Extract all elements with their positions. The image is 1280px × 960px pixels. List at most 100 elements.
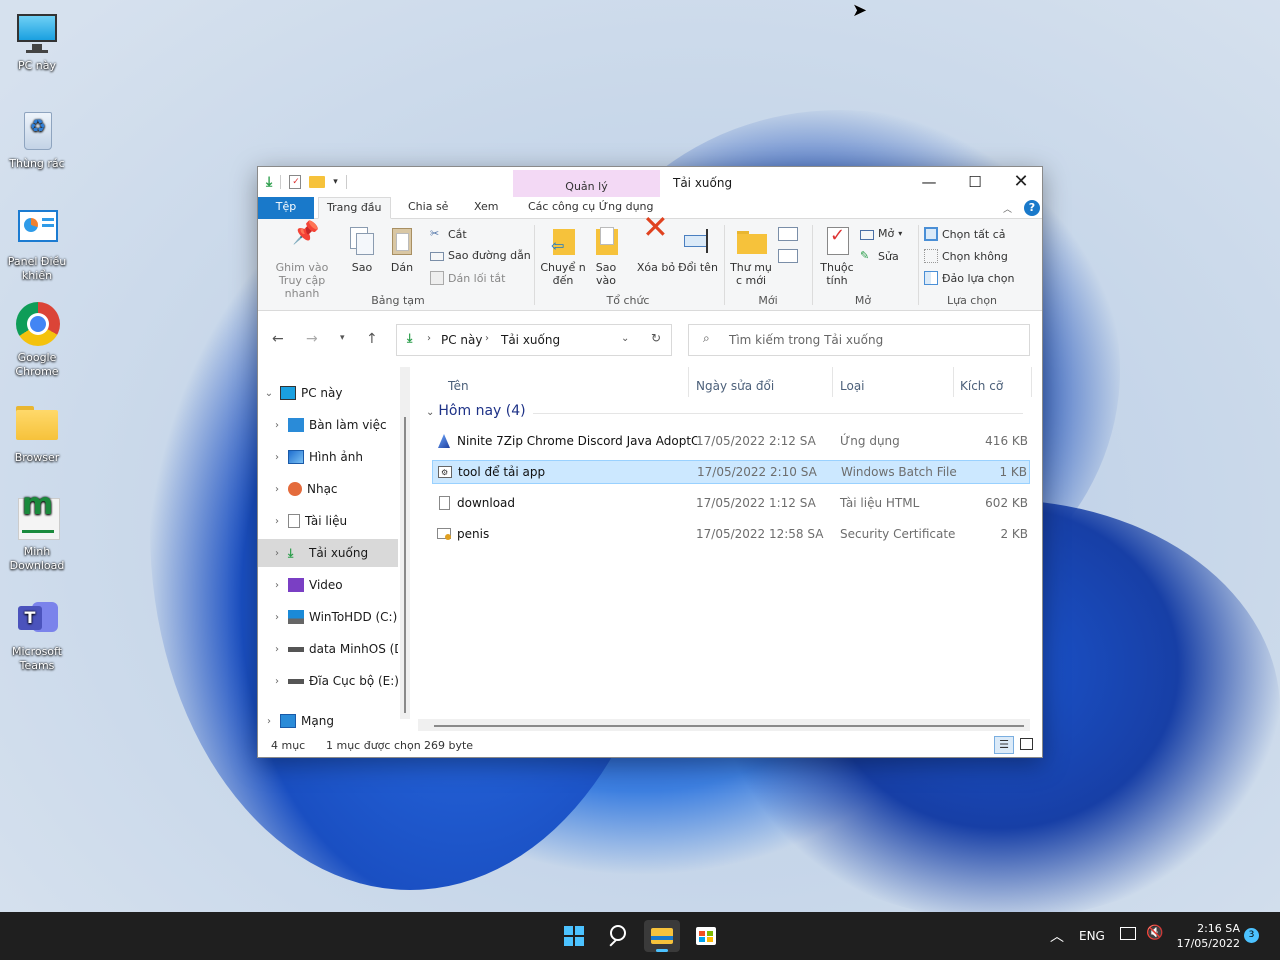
file-row[interactable]: ⚙ tool để tải app 17/05/2022 2:10 SA Win…: [432, 460, 1030, 484]
tab-share[interactable]: Chia sẻ: [400, 197, 456, 219]
details-view-icon[interactable]: ☰: [994, 736, 1014, 754]
invert-selection-button[interactable]: Đảo lựa chọn: [924, 271, 1014, 285]
chevron-right-icon[interactable]: ›: [266, 484, 288, 495]
nav-item-drive-e[interactable]: › Đĩa Cục bộ (E:): [258, 667, 398, 695]
nav-item-drive-c[interactable]: › WinToHDD (C:): [258, 603, 398, 631]
column-header-type[interactable]: Loại: [840, 379, 865, 393]
delete-button[interactable]: ✕ Xóa bỏ: [634, 211, 678, 274]
language-indicator[interactable]: ENG: [1079, 929, 1105, 943]
group-header[interactable]: ⌄ Hôm nay (4): [426, 403, 526, 419]
chevron-right-icon[interactable]: ›: [266, 516, 288, 527]
chevron-right-icon[interactable]: ›: [266, 612, 288, 623]
new-folder-button[interactable]: Thư mụ c mới: [728, 225, 774, 287]
desktop-icon-control-panel[interactable]: Panel Điều khiển: [4, 206, 70, 283]
properties-icon[interactable]: ✓: [289, 175, 302, 189]
nav-item-music[interactable]: › Nhạc: [258, 475, 398, 503]
edit-button[interactable]: ✎ Sửa: [860, 249, 899, 263]
chevron-right-icon[interactable]: ›: [266, 452, 288, 463]
help-icon[interactable]: ?: [1024, 200, 1040, 216]
expanded-chevron-icon[interactable]: ⌄: [258, 388, 280, 399]
nav-item-this-pc[interactable]: ⌄ PC này: [258, 379, 398, 407]
address-bar[interactable]: ⤓ › PC này › Tải xuống ⌄ ↻: [396, 324, 672, 356]
copy-path-button[interactable]: Sao đường dẫn: [430, 249, 531, 262]
up-arrow-icon[interactable]: ↑: [366, 331, 378, 347]
cut-button[interactable]: ✂ Cắt: [430, 227, 467, 241]
download-arrow-icon[interactable]: ⤓: [266, 174, 272, 190]
chevron-right-icon[interactable]: ›: [266, 676, 288, 687]
desktop-icon-recycle-bin[interactable]: ♻ Thùng rác: [4, 108, 70, 171]
tab-home[interactable]: Trang đầu: [318, 197, 391, 219]
copy-button[interactable]: Sao: [344, 225, 380, 274]
nav-item-downloads[interactable]: › ⤓ Tải xuống: [258, 539, 398, 567]
tab-file[interactable]: Tệp: [258, 197, 314, 219]
desktop-icon-minh-download[interactable]: m Minh Download: [4, 490, 70, 573]
maximize-button[interactable]: ☐: [952, 167, 998, 197]
select-none-button[interactable]: Chọn không: [924, 249, 1008, 263]
nav-item-pictures[interactable]: › Hình ảnh: [258, 443, 398, 471]
context-tab-manage[interactable]: Quản lý: [513, 170, 660, 197]
network-icon[interactable]: [1120, 927, 1136, 940]
column-header-name[interactable]: Tên: [448, 379, 469, 393]
nav-item-drive-d[interactable]: › data MinhOS (D: [258, 635, 398, 663]
desktop-icon-this-pc[interactable]: PC này: [4, 10, 70, 73]
customize-toolbar-icon[interactable]: ▾: [333, 177, 338, 187]
nav-item-documents[interactable]: › Tài liệu: [258, 507, 398, 535]
rename-button[interactable]: Đổi tên: [678, 225, 718, 274]
tab-view[interactable]: Xem: [466, 197, 507, 219]
column-separator[interactable]: [1031, 367, 1032, 397]
select-all-button[interactable]: Chọn tất cả: [924, 227, 1006, 241]
back-arrow-icon[interactable]: ←: [272, 331, 284, 347]
file-row[interactable]: download 17/05/2022 1:12 SA Tài liệu HTM…: [432, 491, 1030, 515]
chevron-right-icon[interactable]: ›: [266, 420, 288, 431]
nav-scrollbar[interactable]: [400, 367, 410, 719]
scrollbar-thumb[interactable]: [434, 725, 1024, 727]
file-explorer-taskbar-button[interactable]: [644, 920, 680, 952]
column-header-date[interactable]: Ngày sửa đổi: [696, 379, 774, 393]
tab-application-tools[interactable]: Các công cụ Ứng dụng: [520, 197, 662, 219]
new-folder-icon[interactable]: [309, 176, 326, 188]
recent-locations-icon[interactable]: ▾: [340, 333, 345, 343]
properties-button[interactable]: ✓ Thuộc tính: [814, 225, 860, 288]
column-separator[interactable]: [688, 367, 689, 397]
collapse-ribbon-icon[interactable]: ︿: [1003, 202, 1012, 215]
title-bar[interactable]: ⤓ ✓ ▾ Quản lý Tải xuống — ☐ ✕: [258, 167, 1042, 197]
column-separator[interactable]: [953, 367, 954, 397]
easy-access-icon[interactable]: [778, 249, 798, 263]
chevron-right-icon[interactable]: ›: [266, 548, 288, 559]
notification-badge[interactable]: 3: [1244, 928, 1259, 943]
refresh-icon[interactable]: ↻: [651, 331, 661, 345]
breadcrumb-root[interactable]: PC này: [441, 333, 483, 347]
file-row[interactable]: penis 17/05/2022 12:58 SA Security Certi…: [432, 522, 1030, 546]
forward-arrow-icon[interactable]: →: [306, 331, 318, 347]
clock[interactable]: 2:16 SA 17/05/2022: [1170, 921, 1240, 951]
paste-shortcut-button[interactable]: Dán lối tắt: [430, 271, 505, 285]
desktop-icon-browser[interactable]: Browser: [4, 402, 70, 465]
start-button[interactable]: [556, 920, 592, 952]
column-separator[interactable]: [832, 367, 833, 397]
volume-muted-icon[interactable]: 🔇: [1146, 925, 1163, 941]
show-hidden-icons-chevron-icon[interactable]: ︿: [1050, 926, 1064, 946]
paste-button[interactable]: Dán: [384, 225, 420, 274]
column-header-size[interactable]: Kích cỡ: [960, 379, 1003, 393]
nav-item-network[interactable]: › Mạng: [258, 707, 398, 735]
close-button[interactable]: ✕: [998, 167, 1044, 197]
nav-item-videos[interactable]: › Video: [258, 571, 398, 599]
chevron-right-icon[interactable]: ›: [266, 644, 288, 655]
chevron-right-icon[interactable]: ›: [266, 580, 288, 591]
address-dropdown-icon[interactable]: ⌄: [621, 333, 629, 344]
file-row[interactable]: Ninite 7Zip Chrome Discord Java AdoptO..…: [432, 429, 1030, 453]
search-input[interactable]: ⌕ Tìm kiếm trong Tải xuống: [688, 324, 1030, 356]
search-button[interactable]: [601, 920, 637, 952]
horizontal-scrollbar[interactable]: [418, 719, 1030, 731]
desktop-icon-teams[interactable]: T Microsoft Teams: [4, 596, 70, 673]
minimize-button[interactable]: —: [906, 167, 952, 197]
move-to-button[interactable]: ⇦ Chuyể n đến: [540, 225, 586, 287]
pin-quick-access-button[interactable]: 📌 Ghim vào Truy cập nhanh: [264, 223, 340, 301]
new-item-icon[interactable]: [778, 227, 798, 241]
copy-to-button[interactable]: Sao vào: [588, 225, 624, 287]
nav-item-desktop[interactable]: › Bàn làm việc: [258, 411, 398, 439]
open-button[interactable]: Mở ▾: [860, 227, 902, 240]
breadcrumb-current[interactable]: Tải xuống: [501, 333, 560, 347]
store-button[interactable]: [688, 920, 724, 952]
large-icons-view-icon[interactable]: [1020, 738, 1033, 750]
